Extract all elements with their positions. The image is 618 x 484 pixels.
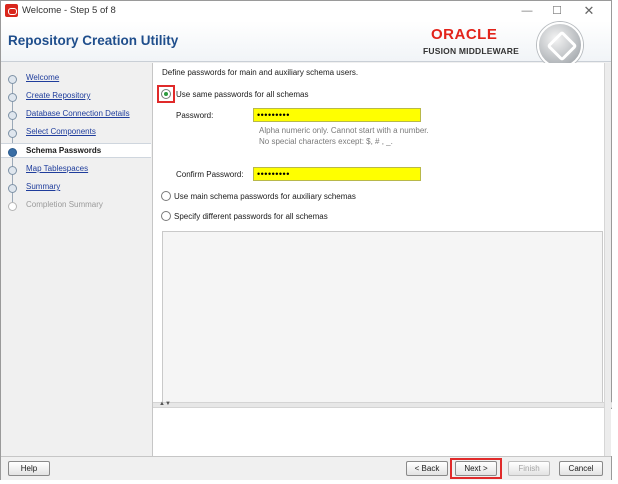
radio-same-passwords[interactable] (161, 89, 171, 99)
nav-step-completion-summary: Completion Summary (1, 198, 151, 213)
nav-step-label: Summary (26, 182, 61, 191)
nav-step-schema-passwords[interactable]: Schema Passwords (1, 143, 151, 158)
pane-splitter[interactable]: ▲▼ (153, 401, 612, 408)
nav-step-label: Schema Passwords (26, 146, 102, 155)
password-hint-line-2: No special characters except: $, # , _. (259, 137, 393, 146)
close-button[interactable]: ✕ (575, 3, 603, 19)
schema-passwords-panel: Define passwords for main and auxiliary … (152, 63, 612, 456)
radio-different-passwords[interactable] (161, 211, 171, 221)
radio-different-passwords-label[interactable]: Specify different passwords for all sche… (174, 212, 328, 221)
wizard-step-nav: Welcome Create Repository Database Conne… (1, 63, 151, 456)
step-done-icon (8, 93, 17, 102)
nav-step-label: Completion Summary (26, 200, 103, 209)
fusion-middleware-text: FUSION MIDDLEWARE (423, 46, 519, 56)
nav-step-summary[interactable]: Summary (1, 180, 151, 195)
panel-intro-text: Define passwords for main and auxiliary … (162, 68, 359, 77)
next-button[interactable]: Next > (455, 461, 497, 476)
step-done-icon (8, 75, 17, 84)
step-pending-icon (8, 202, 17, 211)
nav-step-select-components[interactable]: Select Components (1, 125, 151, 140)
nav-step-map-tablespaces[interactable]: Map Tablespaces (1, 162, 151, 177)
password-label: Password: (176, 111, 214, 120)
cancel-button[interactable]: Cancel (559, 461, 603, 476)
nav-step-label: Create Repository (26, 91, 91, 100)
help-button[interactable]: Help (8, 461, 50, 476)
password-hint-line-1: Alpha numeric only. Cannot start with a … (259, 126, 429, 135)
back-button[interactable]: < Back (406, 461, 448, 476)
password-input[interactable]: ••••••••• (253, 108, 421, 122)
nav-step-database-connection[interactable]: Database Connection Details (1, 107, 151, 122)
oracle-app-icon (5, 4, 18, 17)
message-log-area (153, 409, 612, 456)
header-banner: Repository Creation Utility ORACLE FUSIO… (1, 21, 611, 68)
rcu-window: Welcome - Step 5 of 8 — ☐ ✕ Repository C… (0, 0, 612, 480)
wizard-button-bar: Help < Back Next > Finish Cancel (1, 456, 611, 480)
maximize-button[interactable]: ☐ (543, 3, 571, 19)
step-done-icon (8, 184, 17, 193)
step-current-icon (8, 148, 17, 157)
finish-button: Finish (508, 461, 550, 476)
confirm-password-input[interactable]: ••••••••• (253, 167, 421, 181)
step-done-icon (8, 111, 17, 120)
minimize-button[interactable]: — (513, 3, 541, 19)
nav-step-label: Welcome (26, 73, 60, 82)
radio-main-aux-passwords[interactable] (161, 191, 171, 201)
nav-step-label: Database Connection Details (26, 109, 130, 118)
confirm-password-label: Confirm Password: (176, 170, 244, 179)
vertical-scrollbar[interactable] (604, 63, 611, 456)
splitter-arrows-icon[interactable]: ▲▼ (159, 401, 171, 407)
oracle-logo-text: ORACLE (431, 26, 498, 43)
step-done-icon (8, 166, 17, 175)
title-bar[interactable]: Welcome - Step 5 of 8 — ☐ ✕ (1, 1, 611, 21)
step-done-icon (8, 129, 17, 138)
app-title: Repository Creation Utility (8, 33, 179, 48)
window-title: Welcome - Step 5 of 8 (22, 5, 116, 16)
nav-step-label: Map Tablespaces (26, 164, 89, 173)
radio-main-aux-passwords-label[interactable]: Use main schema passwords for auxiliary … (174, 192, 356, 201)
schema-list-area (162, 231, 603, 407)
nav-step-create-repository[interactable]: Create Repository (1, 89, 151, 104)
radio-same-passwords-label[interactable]: Use same passwords for all schemas (176, 90, 309, 99)
fusion-middleware-logo-icon (537, 22, 583, 68)
nav-step-label: Select Components (26, 127, 96, 136)
nav-step-welcome[interactable]: Welcome (1, 71, 151, 86)
